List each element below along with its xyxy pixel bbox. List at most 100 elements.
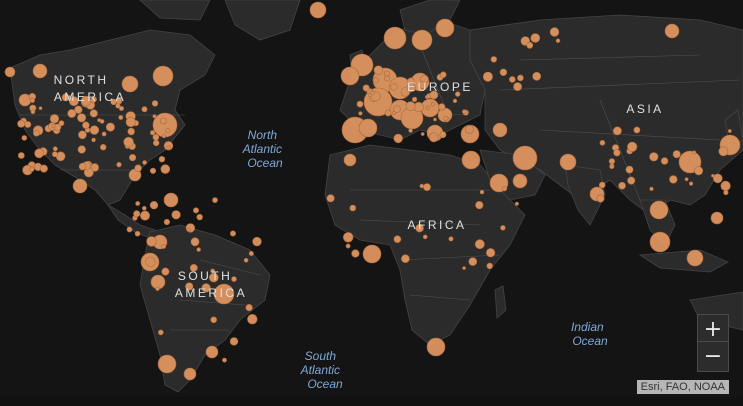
case-bubble[interactable] (51, 124, 56, 129)
case-bubble[interactable] (166, 145, 171, 150)
case-bubble[interactable] (468, 257, 478, 266)
case-bubble[interactable] (252, 236, 262, 247)
case-bubble[interactable] (134, 164, 142, 172)
case-bubble[interactable] (669, 175, 678, 184)
case-bubble[interactable] (373, 65, 384, 75)
case-bubble[interactable] (157, 354, 177, 374)
case-bubble[interactable] (82, 121, 90, 129)
case-bubble[interactable] (243, 257, 249, 263)
case-bubble[interactable] (119, 106, 125, 112)
case-bubble[interactable] (340, 66, 360, 86)
case-bubble[interactable] (29, 166, 35, 172)
case-bubble[interactable] (4, 66, 16, 78)
case-bubble[interactable] (462, 109, 467, 114)
case-bubble[interactable] (613, 149, 621, 157)
case-bubble[interactable] (171, 210, 181, 220)
case-bubble[interactable] (67, 109, 77, 118)
case-bubble[interactable] (672, 150, 681, 159)
case-bubble[interactable] (150, 130, 156, 136)
case-bubble[interactable] (39, 164, 48, 173)
case-bubble[interactable] (384, 75, 390, 82)
case-bubble[interactable] (393, 133, 403, 144)
case-bubble[interactable] (356, 100, 364, 108)
case-bubble[interactable] (517, 74, 524, 82)
case-bubble[interactable] (97, 118, 102, 123)
case-bubble[interactable] (160, 164, 171, 174)
case-bubble[interactable] (152, 114, 157, 119)
case-bubble[interactable] (448, 236, 454, 242)
case-bubble[interactable] (196, 213, 203, 221)
case-bubble[interactable] (247, 314, 258, 325)
case-bubble[interactable] (512, 145, 538, 171)
case-bubble[interactable] (141, 106, 148, 113)
case-bubble[interactable] (29, 98, 35, 104)
case-bubble[interactable] (649, 200, 669, 220)
case-bubble[interactable] (362, 84, 370, 92)
case-bubble[interactable] (490, 56, 497, 63)
case-bubble[interactable] (486, 262, 493, 270)
case-bubble[interactable] (627, 176, 636, 185)
case-bubble[interactable] (155, 286, 160, 291)
case-bubble[interactable] (412, 96, 418, 102)
case-bubble[interactable] (372, 77, 379, 84)
case-bubble[interactable] (91, 137, 96, 143)
case-bubble[interactable] (430, 102, 435, 107)
case-bubble[interactable] (392, 111, 397, 116)
case-bubble[interactable] (343, 153, 357, 167)
case-bubble[interactable] (351, 249, 360, 258)
case-bubble[interactable] (222, 357, 227, 363)
case-bubble[interactable] (499, 68, 508, 77)
case-bubble[interactable] (205, 345, 219, 359)
case-bubble[interactable] (492, 122, 508, 138)
case-bubble[interactable] (77, 113, 87, 123)
case-bubble[interactable] (408, 128, 413, 133)
case-bubble[interactable] (420, 132, 425, 136)
case-bubble[interactable] (33, 129, 40, 137)
case-bubble[interactable] (610, 162, 614, 167)
case-bubble[interactable] (596, 194, 605, 203)
case-bubble[interactable] (712, 173, 723, 184)
case-bubble[interactable] (127, 127, 135, 136)
case-bubble[interactable] (362, 244, 382, 264)
case-bubble[interactable] (245, 304, 253, 312)
case-bubble[interactable] (52, 146, 58, 152)
case-bubble[interactable] (401, 254, 410, 264)
case-bubble[interactable] (34, 148, 44, 159)
case-bubble[interactable] (229, 337, 239, 346)
case-bubble[interactable] (692, 150, 697, 155)
case-bubble[interactable] (423, 183, 431, 191)
case-bubble[interactable] (462, 266, 466, 270)
case-bubble[interactable] (625, 165, 634, 174)
case-bubble[interactable] (230, 230, 237, 237)
zoom-out-button[interactable]: − (697, 341, 729, 372)
case-bubble[interactable] (664, 23, 680, 39)
case-bubble[interactable] (163, 192, 179, 208)
case-bubble[interactable] (405, 101, 416, 112)
case-bubble[interactable] (694, 166, 704, 176)
case-bubble[interactable] (152, 65, 174, 87)
case-bubble[interactable] (105, 122, 115, 132)
case-bubble[interactable] (158, 156, 166, 163)
case-bubble[interactable] (649, 152, 659, 162)
case-bubble[interactable] (30, 109, 36, 115)
case-bubble[interactable] (190, 237, 200, 247)
case-bubble[interactable] (158, 329, 164, 336)
case-bubble[interactable] (599, 140, 606, 146)
case-bubble[interactable] (720, 180, 731, 191)
case-bubble[interactable] (393, 235, 402, 243)
case-bubble[interactable] (627, 141, 638, 152)
case-bubble[interactable] (526, 41, 534, 49)
case-bubble[interactable] (186, 227, 191, 232)
case-bubble[interactable] (440, 71, 447, 78)
case-bubble[interactable] (129, 154, 137, 162)
case-bubble[interactable] (165, 128, 171, 134)
case-bubble[interactable] (142, 206, 147, 211)
case-bubble[interactable] (710, 211, 724, 225)
case-bubble[interactable] (688, 181, 694, 186)
case-bubble[interactable] (718, 146, 729, 157)
case-bubble[interactable] (134, 230, 141, 237)
case-bubble[interactable] (343, 232, 354, 243)
case-bubble[interactable] (426, 337, 446, 357)
case-bubble[interactable] (482, 71, 493, 82)
case-bubble[interactable] (349, 204, 357, 212)
